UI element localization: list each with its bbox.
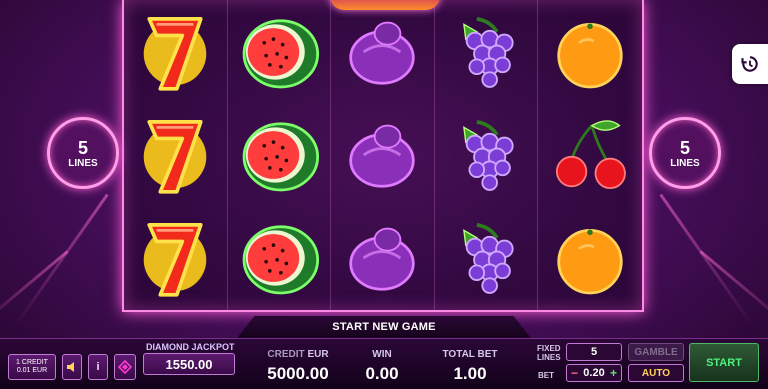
reel-symbol	[538, 0, 642, 103]
start-new-game-banner: START NEW GAME	[237, 316, 531, 338]
plum-icon	[349, 21, 416, 85]
history-icon	[741, 56, 758, 72]
info-button[interactable]: i	[88, 354, 108, 380]
lines-badge-left: 5 LINES	[47, 117, 119, 189]
reel-3	[331, 0, 435, 310]
fixed-lines-label: FIXED LINES	[537, 344, 561, 362]
plum-icon	[349, 227, 416, 291]
reel-symbol	[124, 0, 227, 103]
lines-badge-right: 5 LINES	[649, 117, 721, 189]
credit-denomination: 1 CREDIT	[16, 359, 48, 366]
reel-symbol	[331, 103, 434, 206]
reel-symbol	[228, 0, 331, 103]
grapes-icon	[463, 16, 514, 88]
reel-2	[228, 0, 332, 310]
seven-icon	[144, 223, 207, 297]
reel-symbol	[538, 207, 642, 310]
watermelon-icon	[242, 225, 319, 295]
history-button[interactable]	[732, 44, 768, 84]
credit-value: 5000.00	[267, 364, 329, 383]
reel-symbol	[435, 207, 538, 310]
reel-1	[124, 0, 228, 310]
credit-currency: EUR	[307, 349, 329, 360]
speaker-icon	[67, 362, 74, 372]
plum-icon	[349, 124, 416, 188]
reel-4	[435, 0, 539, 310]
bet-decrease-button[interactable]: −	[571, 366, 578, 380]
seven-icon	[144, 16, 207, 91]
seven-icon	[144, 120, 207, 194]
reel-symbol	[124, 103, 227, 206]
grapes-icon	[463, 223, 514, 295]
total-bet-display: TOTAL BET 1.00	[428, 349, 512, 384]
reel-symbol	[228, 207, 331, 310]
credit-label: CREDIT	[267, 349, 305, 360]
start-button[interactable]: START	[689, 343, 759, 382]
diamond-jackpot-button[interactable]	[114, 354, 136, 380]
lines-count: 5	[679, 137, 690, 158]
win-label: WIN	[372, 349, 392, 360]
lines-label: LINES	[68, 157, 98, 169]
fixed-label: FIXED	[537, 344, 561, 353]
auto-button[interactable]: AUTO	[628, 364, 684, 382]
bet-label: BET	[538, 371, 554, 380]
credit-denomination-button[interactable]: 1 CREDIT 0.01 EUR	[8, 354, 56, 380]
jackpot-label: DIAMOND JACKPOT	[146, 342, 235, 352]
reel-symbol	[435, 103, 538, 206]
reel-symbol	[331, 207, 434, 310]
sound-button[interactable]	[62, 354, 82, 380]
game-logo	[330, 0, 440, 10]
lines-label: LINES	[670, 157, 700, 169]
total-bet-label: TOTAL BET	[442, 349, 498, 360]
grapes-icon	[463, 120, 514, 191]
cherry-icon	[556, 120, 627, 190]
reels-grid	[122, 0, 644, 312]
total-bet-value: 1.00	[453, 364, 487, 383]
reel-symbol	[228, 103, 331, 206]
bet-increase-button[interactable]: +	[610, 366, 617, 380]
orange-icon	[557, 229, 623, 295]
reel-5	[538, 0, 642, 310]
watermelon-icon	[242, 122, 319, 192]
fixed-lines-value: 5	[566, 343, 622, 361]
reel-symbol	[538, 103, 642, 206]
bet-value: 0.20	[583, 367, 605, 379]
lines-label: LINES	[537, 353, 561, 362]
control-bar: 1 CREDIT 0.01 EUR i DIAMOND JACKPOT 1550…	[0, 338, 768, 389]
reel-symbol	[124, 207, 227, 310]
bg-beam	[659, 193, 754, 327]
reel-symbol	[331, 0, 434, 103]
credit-value-eur: 0.01 EUR	[16, 367, 48, 374]
bg-beam	[14, 193, 109, 327]
bet-stepper: − 0.20 +	[566, 364, 622, 382]
orange-icon	[557, 22, 623, 88]
watermelon-icon	[242, 18, 319, 88]
jackpot-value: 1550.00	[143, 353, 235, 375]
reel-symbol	[435, 0, 538, 103]
win-value: 0.00	[365, 364, 399, 383]
diamond-icon	[118, 360, 132, 374]
credit-display: CREDIT EUR 5000.00	[258, 349, 338, 384]
win-display: WIN 0.00	[352, 349, 412, 384]
gamble-button[interactable]: GAMBLE	[628, 343, 684, 361]
lines-count: 5	[77, 137, 88, 158]
